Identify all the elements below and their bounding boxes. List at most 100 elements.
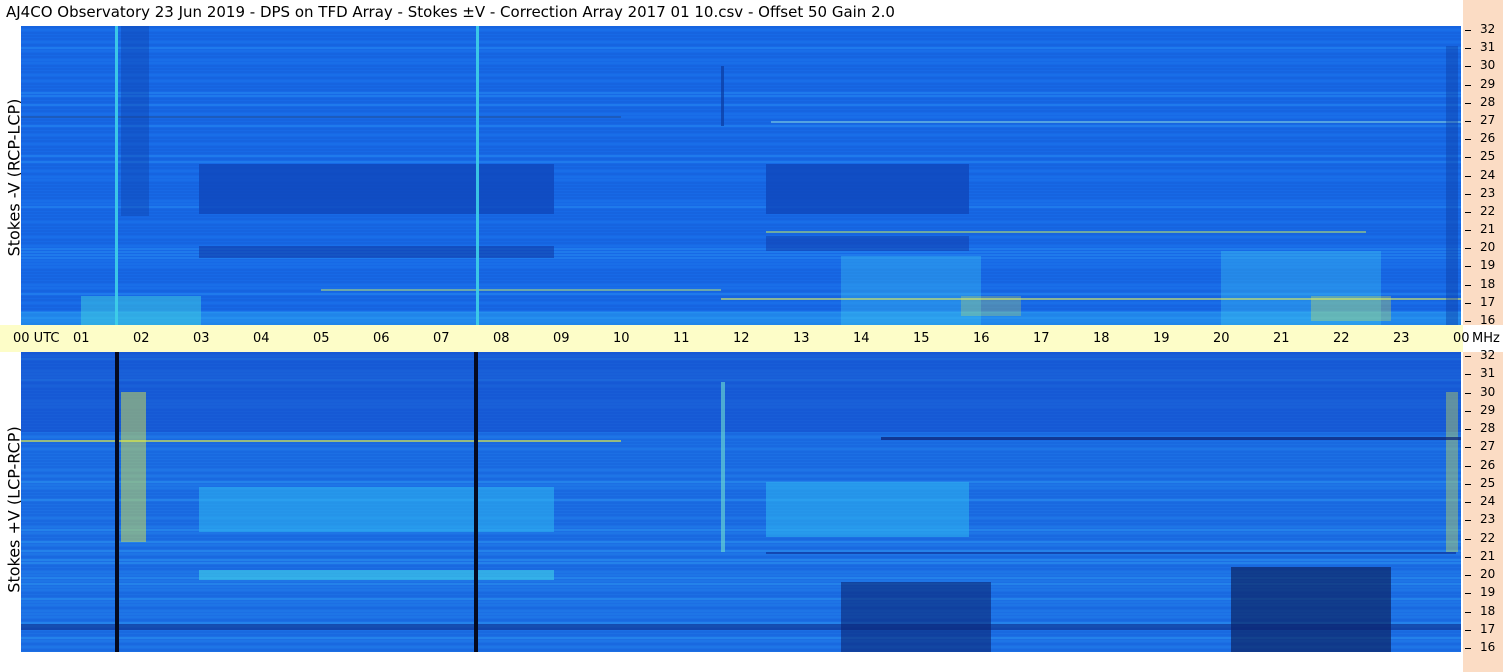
spectro-band xyxy=(21,460,1461,462)
spectro-band xyxy=(21,44,1461,46)
freq-tick-mark xyxy=(1465,30,1471,31)
freq-tick-mark xyxy=(1465,266,1471,268)
freq-tick-mark xyxy=(1465,556,1471,558)
time-tick-label: 10 xyxy=(613,331,630,346)
spectro-band xyxy=(21,149,1461,151)
spectro-band xyxy=(21,143,1461,145)
freq-tick-label: 32 xyxy=(1480,348,1496,362)
bright-band xyxy=(766,482,969,537)
dark-band xyxy=(199,246,554,258)
time-tick-label: 00 xyxy=(1453,331,1470,346)
spectro-band xyxy=(21,236,1461,238)
emission-line xyxy=(881,437,1461,440)
freq-tick-mark xyxy=(1465,483,1471,485)
freq-tick-label: 24 xyxy=(1480,167,1496,182)
spectro-band xyxy=(21,221,1461,223)
freq-tick-label: 17 xyxy=(1480,621,1496,636)
freq-tick-mark xyxy=(1465,447,1471,449)
freq-tick-label: 17 xyxy=(1480,294,1496,309)
time-tick-label: 21 xyxy=(1273,331,1290,346)
spectro-band xyxy=(21,38,1461,40)
spectro-band xyxy=(21,541,1461,543)
freq-tick-mark xyxy=(1465,284,1471,286)
dark-column xyxy=(1446,46,1458,325)
time-tick-label: 15 xyxy=(913,331,930,346)
spectro-band xyxy=(21,110,1461,112)
bottom-spectrogram-image xyxy=(21,352,1461,652)
time-tick-label: 23 xyxy=(1393,331,1410,346)
spectro-band xyxy=(21,158,1461,160)
spectro-band xyxy=(21,59,1461,61)
freq-tick-label: 31 xyxy=(1480,366,1496,381)
freq-tick-mark xyxy=(1465,356,1471,357)
spectro-band xyxy=(21,448,1461,450)
bright-column xyxy=(1446,392,1458,552)
spectro-band xyxy=(21,80,1461,82)
vertical-line xyxy=(476,26,479,325)
freq-tick-label: 26 xyxy=(1480,457,1496,472)
dark-band xyxy=(21,352,1461,432)
freq-tick-label: 31 xyxy=(1480,40,1496,55)
spectro-band xyxy=(21,50,1461,52)
freq-tick-mark xyxy=(1465,538,1471,540)
freq-tick-label: 27 xyxy=(1480,439,1496,454)
spectro-band xyxy=(21,469,1461,471)
spectro-band xyxy=(21,65,1461,67)
time-tick-label: 01 xyxy=(73,331,90,346)
spectro-band xyxy=(21,475,1461,477)
spectro-band xyxy=(21,71,1461,73)
vertical-line xyxy=(474,352,478,652)
spectro-band xyxy=(21,442,1461,444)
spectro-band xyxy=(21,562,1461,564)
time-tick-label: 07 xyxy=(433,331,450,346)
emission-line xyxy=(321,289,721,291)
spectro-band xyxy=(21,227,1461,229)
spectro-band xyxy=(21,131,1461,133)
freq-tick-label: 20 xyxy=(1480,567,1496,581)
time-axis-start-label: 00 UTC xyxy=(13,331,60,346)
spectro-band xyxy=(21,556,1461,558)
freq-tick-label: 19 xyxy=(1480,585,1496,600)
freq-tick-mark xyxy=(1465,139,1471,141)
time-tick-label: 12 xyxy=(733,331,750,346)
bright-patch xyxy=(841,256,981,325)
emission-line xyxy=(766,552,1456,554)
freq-tick-label: 29 xyxy=(1480,402,1496,417)
bright-column xyxy=(721,382,725,552)
time-tick-label: 05 xyxy=(313,331,330,346)
freq-tick-mark xyxy=(1465,392,1471,394)
spectro-band xyxy=(21,535,1461,537)
spectro-band xyxy=(21,68,1461,70)
time-tick-label: 22 xyxy=(1333,331,1350,346)
freq-tick-mark xyxy=(1465,611,1471,613)
freq-tick-mark xyxy=(1465,120,1471,122)
spectro-band xyxy=(21,550,1461,552)
spectro-band xyxy=(21,62,1461,64)
spectro-band xyxy=(21,457,1461,459)
freq-tick-label: 32 xyxy=(1480,22,1496,36)
spectro-band xyxy=(21,454,1461,456)
freq-tick-mark xyxy=(1465,321,1471,322)
spectro-band xyxy=(21,218,1461,220)
dark-column xyxy=(121,26,149,216)
freq-tick-label: 21 xyxy=(1480,548,1496,563)
time-tick-label: 04 xyxy=(253,331,270,346)
time-axis-unit: MHz xyxy=(1472,331,1500,346)
spectro-band xyxy=(21,239,1461,241)
spectro-band xyxy=(21,35,1461,37)
bottom-spectrogram xyxy=(21,352,1461,652)
freq-tick-mark xyxy=(1465,575,1471,576)
spectro-band xyxy=(21,101,1461,103)
time-tick-label: 20 xyxy=(1213,331,1230,346)
freq-tick-label: 28 xyxy=(1480,94,1496,109)
vertical-line xyxy=(115,352,119,652)
spectro-band xyxy=(21,433,1461,435)
spectro-band xyxy=(21,538,1461,540)
spectro-band xyxy=(21,532,1461,534)
freq-tick-mark xyxy=(1465,374,1471,376)
freq-tick-label: 22 xyxy=(1480,530,1496,545)
freq-tick-label: 16 xyxy=(1480,313,1496,327)
freq-tick-label: 30 xyxy=(1480,384,1496,399)
freq-tick-mark xyxy=(1465,193,1471,195)
time-tick-label: 11 xyxy=(673,331,690,346)
